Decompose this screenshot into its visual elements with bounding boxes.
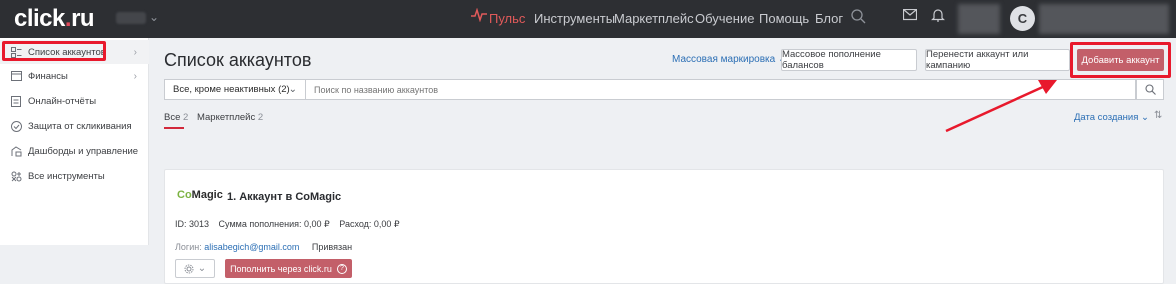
wallet-icon [10, 70, 22, 82]
blurred-balance [958, 4, 1000, 34]
tab-label: Маркетплейс [197, 112, 256, 123]
login-label: Логин: [175, 242, 202, 252]
transfer-account-button[interactable]: Перенести аккаунт или кампанию [925, 49, 1070, 71]
chevron-down-icon: ⌄ [197, 263, 207, 274]
topup-amount: Сумма пополнения: 0,00 ₽ [218, 219, 330, 229]
chevron-down-icon: ⌄ [1141, 112, 1149, 123]
blurred-account-switcher[interactable] [116, 12, 146, 24]
nav-help[interactable]: Помощь [759, 11, 809, 26]
account-status-filter[interactable]: Все, кроме неактивных (2) ⌄ [164, 79, 306, 100]
filter-selected-value: Все, кроме неактивных (2) [173, 84, 290, 95]
sidebar-item-dashboards[interactable]: Дашборды и управление [0, 139, 149, 163]
sidebar-item-label: Дашборды и управление [28, 145, 139, 157]
logo-co: Co [177, 189, 192, 201]
link-status: Привязан [311, 242, 353, 252]
sidebar-item-label: Онлайн-отчёты [28, 95, 97, 107]
sidebar-item-finance[interactable]: Финансы › [0, 64, 149, 88]
tab-all[interactable]: Все 2 [164, 112, 188, 123]
nav-pulse[interactable]: Пульс [489, 11, 525, 26]
sidebar-item-all-tools[interactable]: Все инструменты [0, 164, 149, 188]
topup-button-label: Пополнить через click.ru [230, 263, 332, 274]
sidebar-item-label: Защита от скликивания [28, 120, 132, 132]
sidebar-item-label: Все инструменты [28, 170, 105, 182]
account-login: Логин: alisabegich@gmail.com Привязан [175, 242, 352, 252]
account-meta: ID: 3013 Сумма пополнения: 0,00 ₽ Расход… [175, 219, 407, 230]
mass-topup-button[interactable]: Массовое пополнение балансов [781, 49, 917, 71]
search-icon[interactable] [850, 8, 866, 28]
pulse-icon[interactable] [471, 7, 487, 26]
tab-label: Все [164, 112, 181, 123]
expense-amount: Расход: 0,00 ₽ [339, 219, 400, 229]
chevron-right-icon: › [133, 46, 137, 58]
logo-text: click [14, 5, 65, 32]
nav-tools[interactable]: Инструменты [534, 11, 615, 26]
main-content: Список аккаунтов Массовая маркировка ⌄ М… [150, 38, 1176, 284]
account-id: ID: 3013 [175, 219, 210, 229]
dashboard-icon [10, 145, 22, 157]
highlight-box-accounts [2, 41, 106, 61]
sidebar: Список аккаунтов › Финансы › Онлайн-отчё… [0, 38, 149, 245]
sidebar-item-reports[interactable]: Онлайн-отчёты [0, 89, 149, 113]
active-tab-indicator [164, 127, 184, 129]
sort-by-date-dropdown[interactable]: Дата создания ⌄ [1074, 112, 1149, 123]
tab-count: 2 [183, 112, 189, 123]
highlight-box-add-account [1070, 42, 1171, 78]
search-icon [1144, 84, 1156, 95]
tab-marketplace[interactable]: Маркетплейс 2 [197, 112, 263, 123]
page-title: Список аккаунтов [164, 50, 312, 70]
sidebar-item-label: Финансы [28, 70, 68, 82]
nav-learning[interactable]: Обучение [695, 11, 754, 26]
avatar[interactable]: C [1010, 6, 1035, 31]
sidebar-item-click-protection[interactable]: Защита от скликивания [0, 114, 149, 138]
mass-marking-label: Массовая маркировка [672, 54, 776, 65]
chevron-right-icon: › [133, 70, 137, 82]
gear-icon [184, 264, 194, 273]
logo-magic: Magic [191, 189, 223, 201]
logo-tld: ru [71, 5, 95, 32]
mail-icon[interactable] [902, 8, 918, 25]
chevron-down-icon[interactable]: ⌄ [149, 10, 159, 24]
nav-blog[interactable]: Блог [815, 11, 843, 26]
tools-icon [10, 170, 22, 182]
shield-icon [10, 120, 22, 132]
blurred-user-name [1039, 4, 1169, 34]
account-settings-button[interactable]: ⌄ [175, 259, 215, 278]
click-ru-logo[interactable]: click.ru [14, 5, 95, 33]
sort-label: Дата создания [1074, 112, 1139, 123]
mass-marking-dropdown[interactable]: Массовая маркировка ⌄ [672, 54, 786, 65]
comagic-logo: CoMagic [177, 189, 223, 201]
sort-order-icon[interactable]: ⇅ [1154, 110, 1162, 121]
nav-marketplace[interactable]: Маркетплейс [614, 11, 694, 26]
report-icon [10, 95, 22, 107]
topup-via-click-button[interactable]: Пополнить через click.ru ? [225, 259, 352, 278]
tab-count: 2 [257, 112, 264, 123]
search-button[interactable] [1136, 79, 1164, 100]
account-search-input[interactable] [306, 79, 1136, 100]
account-name[interactable]: 1. Аккаунт в CoMagic [227, 191, 341, 203]
account-card: CoMagic 1. Аккаунт в CoMagic ID: 3013 Су… [164, 169, 1164, 284]
login-email-link[interactable]: alisabegich@gmail.com [204, 242, 299, 252]
help-icon[interactable]: ? [336, 263, 347, 274]
top-navigation-bar: click.ru ⌄ Пульс Инструменты Маркетплейс… [0, 0, 1176, 38]
bell-icon[interactable] [931, 8, 945, 26]
chevron-down-icon: ⌄ [288, 84, 297, 95]
